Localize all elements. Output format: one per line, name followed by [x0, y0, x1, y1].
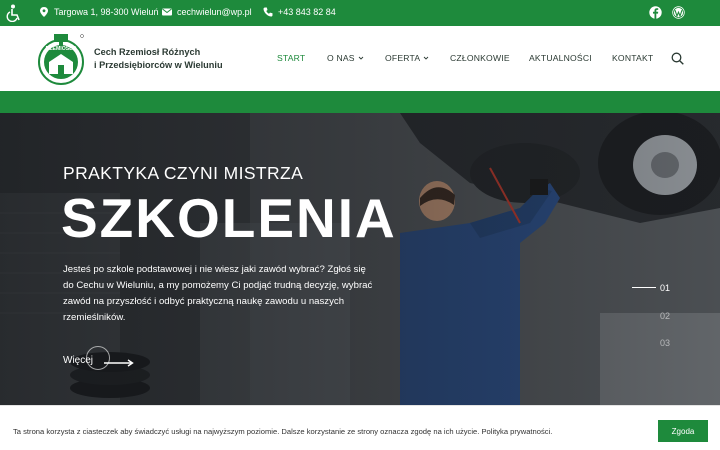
- hero-slider: PRAKTYKA CZYNI MISTRZA SZKOLENIA Jesteś …: [0, 113, 720, 405]
- slide-02[interactable]: 02: [660, 311, 670, 321]
- top-bar: Targowa 1, 98-300 Wieluń cechwielun@wp.p…: [0, 0, 720, 26]
- hero-description: Jesteś po szkole podstawowej i nie wiesz…: [63, 264, 373, 323]
- nav-o-nas[interactable]: O NAS: [327, 53, 364, 63]
- logo-text: RZEMIOSŁO: [46, 46, 77, 52]
- accessibility-icon[interactable]: [6, 4, 22, 22]
- nav-aktualnosci[interactable]: AKTUALNOŚCI: [529, 53, 592, 63]
- nav-start-label: START: [277, 53, 306, 63]
- green-band: [0, 91, 720, 113]
- cookie-accept-button[interactable]: Zgoda: [658, 420, 708, 442]
- hero-kicker: PRAKTYKA CZYNI MISTRZA: [63, 163, 304, 183]
- chevron-down-icon: [423, 56, 429, 60]
- nav-czlonkowie[interactable]: CZŁONKOWIE: [450, 53, 510, 63]
- more-button[interactable]: Więcej: [63, 346, 134, 370]
- guild-logo[interactable]: RZEMIOSŁO: [37, 32, 87, 86]
- brand-line-1: Cech Rzemiosł Różnych: [94, 47, 201, 57]
- cookie-bar: Ta strona korzysta z ciasteczek aby świa…: [0, 405, 720, 450]
- chevron-down-icon: [358, 56, 364, 60]
- arrow-right-icon: [104, 359, 134, 367]
- brand-line-2: i Przedsiębiorców w Wieluniu: [94, 59, 223, 70]
- site-header: RZEMIOSŁO Cech Rzemiosł Różnych i Przeds…: [0, 26, 720, 91]
- location-pin-icon: [40, 7, 48, 17]
- wordpress-icon[interactable]: [672, 6, 685, 19]
- email-link[interactable]: cechwielun@wp.pl: [177, 7, 252, 17]
- nav-kontakt-label: KONTAKT: [612, 53, 654, 63]
- cookie-text: Ta strona korzysta z ciasteczek aby świa…: [13, 427, 553, 436]
- nav-czlonkowie-label: CZŁONKOWIE: [450, 53, 510, 63]
- nav-start[interactable]: START: [277, 53, 305, 63]
- phone-icon: [263, 7, 273, 17]
- nav-o-nas-label: O NAS: [327, 53, 355, 63]
- address-text: Targowa 1, 98-300 Wieluń: [54, 7, 159, 17]
- mail-icon: [162, 8, 172, 16]
- nav-kontakt[interactable]: KONTAKT: [612, 53, 653, 63]
- slide-01[interactable]: 01: [660, 283, 670, 293]
- nav-oferta[interactable]: OFERTA: [385, 53, 429, 63]
- nav-oferta-label: OFERTA: [385, 53, 421, 63]
- nav-aktualnosci-label: AKTUALNOŚCI: [529, 53, 592, 63]
- hero-headline: SZKOLENIA: [61, 187, 397, 249]
- slide-03[interactable]: 03: [660, 338, 670, 348]
- search-icon[interactable]: [671, 52, 684, 65]
- brand-name[interactable]: Cech Rzemiosł Różnych i Przedsiębiorców …: [94, 46, 223, 71]
- phone-link[interactable]: +43 843 82 84: [278, 7, 336, 17]
- address-item: Targowa 1, 98-300 Wieluń: [39, 7, 159, 17]
- active-slide-indicator: [632, 287, 656, 288]
- phone-item[interactable]: +43 843 82 84: [263, 7, 336, 17]
- email-item[interactable]: cechwielun@wp.pl: [162, 7, 252, 17]
- facebook-icon[interactable]: [649, 6, 662, 19]
